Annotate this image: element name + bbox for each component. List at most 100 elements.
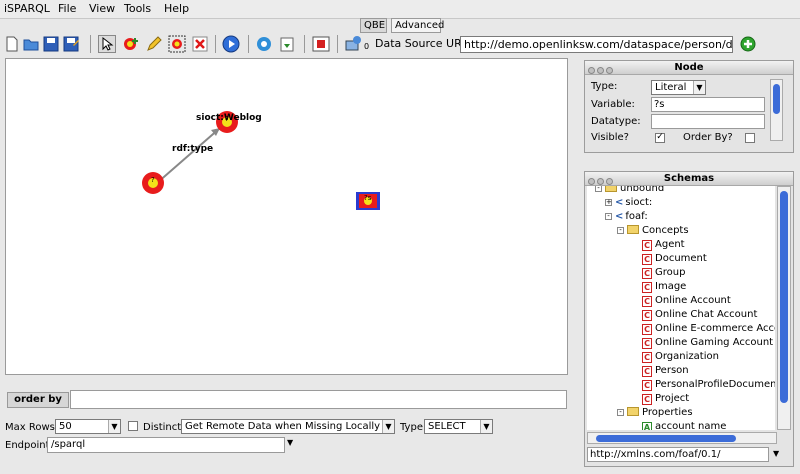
- graph-svg: [142, 111, 380, 210]
- endpoint-label: Endpoint: [5, 440, 50, 451]
- tree-root[interactable]: - unbound: [595, 186, 664, 196]
- node-type-label: Type:: [591, 81, 618, 92]
- chevron-down-icon: ▼: [108, 420, 120, 433]
- query-canvas[interactable]: rdf:type sioct:Weblog ? ? ?s: [5, 58, 568, 375]
- tree-concept[interactable]: C Online Gaming Account: [642, 336, 773, 350]
- node-orderby-label: Order By?: [683, 132, 733, 143]
- clear-graph-icon[interactable]: [312, 35, 330, 53]
- tree-concept[interactable]: C Agent: [642, 238, 685, 252]
- node-visible-checkbox[interactable]: ✓: [655, 133, 665, 143]
- tree-concept[interactable]: C Online Chat Account: [642, 308, 757, 322]
- schema-vscrollbar[interactable]: [777, 186, 791, 430]
- save-icon[interactable]: [42, 35, 60, 53]
- toolbar-separator: [215, 35, 216, 53]
- open-folder-icon[interactable]: [22, 35, 40, 53]
- graph-edge[interactable]: [156, 127, 221, 184]
- menu-help[interactable]: Help: [164, 2, 189, 15]
- data-source-label: Data Source URI: [375, 37, 465, 50]
- schema-hscrollbar[interactable]: [587, 432, 777, 444]
- schemas-panel: Schemas - unbound + < sioct: - < foaf: - Conce…: [584, 171, 794, 467]
- menu-tools[interactable]: Tools: [124, 2, 151, 15]
- tree-concept[interactable]: C Online Account: [642, 294, 731, 308]
- node-panel: Node Type: Literal ▼ Variable: ?s Datatyp…: [584, 60, 794, 153]
- node-type-select[interactable]: Literal ▼: [651, 80, 706, 95]
- distinct-label: Distinct: [143, 422, 182, 433]
- node-scrollbar-thumb[interactable]: [773, 84, 780, 114]
- source-count-badge: 0: [364, 42, 370, 51]
- tree-ns-foaf[interactable]: - < foaf:: [605, 210, 648, 224]
- run-query-icon[interactable]: [222, 35, 240, 53]
- node-glyph-subject: ?: [151, 176, 155, 184]
- node-scrollbar[interactable]: [770, 79, 783, 141]
- data-source-input[interactable]: http://demo.openlinksw.com/dataspace/per…: [460, 36, 733, 53]
- query-type-select[interactable]: SELECT ▼: [424, 419, 493, 434]
- add-source-icon[interactable]: [740, 36, 756, 52]
- node-glyph-object: ?: [225, 115, 229, 123]
- schema-tree: - unbound + < sioct: - < foaf: - Concepts C Age…: [587, 186, 775, 430]
- node-panel-title: Node: [585, 61, 793, 75]
- schema-uri-dropdown-icon[interactable]: ▼: [773, 449, 779, 458]
- query-type-value: SELECT: [428, 421, 466, 432]
- schemas-panel-title: Schemas: [585, 172, 793, 186]
- group-nodes-icon[interactable]: [168, 35, 186, 53]
- toolbar-separator: [304, 35, 305, 53]
- schema-uri-input[interactable]: http://xmlns.com/foaf/0.1/: [587, 447, 769, 462]
- settings-gear-icon[interactable]: [255, 35, 273, 53]
- menu-file[interactable]: File: [58, 2, 76, 15]
- tree-ns-sioct[interactable]: + < sioct:: [605, 196, 652, 210]
- menu-view[interactable]: View: [89, 2, 115, 15]
- node-variable-label: Variable:: [591, 99, 635, 110]
- tree-concept[interactable]: C Image: [642, 280, 686, 294]
- schema-hscrollbar-thumb[interactable]: [596, 435, 736, 442]
- tree-concept[interactable]: C Online E-commerce Acco: [642, 322, 775, 336]
- chevron-down-icon: ▼: [693, 81, 705, 94]
- edit-pencil-icon[interactable]: [145, 35, 163, 53]
- max-rows-select[interactable]: 50 ▼: [55, 419, 121, 434]
- endpoint-dropdown-icon[interactable]: ▼: [287, 438, 293, 447]
- chevron-down-icon: ▼: [382, 420, 394, 433]
- network-source-icon[interactable]: [344, 35, 362, 53]
- orderby-button[interactable]: order by: [7, 392, 69, 408]
- window-controls: [588, 64, 615, 77]
- tree-concept[interactable]: C Person: [642, 364, 689, 378]
- tree-properties[interactable]: - Properties: [617, 406, 693, 420]
- node-glyph-selected: ?s: [364, 194, 372, 202]
- node-datatype-input[interactable]: [651, 114, 765, 129]
- remote-data-value: Get Remote Data when Missing Locally: [185, 421, 381, 432]
- max-rows-label: Max Rows: [5, 422, 55, 433]
- tree-concept[interactable]: C Document: [642, 252, 707, 266]
- save-as-icon[interactable]: [62, 35, 80, 53]
- new-document-icon[interactable]: [3, 35, 21, 53]
- node-datatype-label: Datatype:: [591, 116, 641, 127]
- toolbar-separator: [248, 35, 249, 53]
- node-variable-input[interactable]: ?s: [651, 97, 765, 112]
- tree-concept[interactable]: C PersonalProfileDocument: [642, 378, 775, 392]
- remote-data-select[interactable]: Get Remote Data when Missing Locally ▼: [181, 419, 395, 434]
- load-icon[interactable]: [278, 35, 296, 53]
- edge-label[interactable]: rdf:type: [172, 144, 213, 154]
- select-pointer-icon[interactable]: [98, 35, 116, 53]
- endpoint-input[interactable]: /sparql: [47, 437, 285, 453]
- orderby-field[interactable]: [70, 390, 567, 409]
- tree-concept[interactable]: C Project: [642, 392, 689, 406]
- node-orderby-checkbox[interactable]: [745, 133, 755, 143]
- tree-concepts[interactable]: - Concepts: [617, 224, 689, 238]
- max-rows-value: 50: [59, 421, 72, 432]
- node-visible-label: Visible?: [591, 132, 629, 143]
- schema-vscrollbar-thumb[interactable]: [780, 191, 788, 403]
- menu-bar: iSPARQL File View Tools Help: [0, 0, 800, 19]
- menu-app[interactable]: iSPARQL: [4, 2, 50, 15]
- type-label: Type: [400, 422, 423, 433]
- chevron-down-icon: ▼: [480, 420, 492, 433]
- add-node-icon[interactable]: [122, 35, 140, 53]
- toolbar-separator: [90, 35, 91, 53]
- tab-advanced[interactable]: Advanced: [391, 18, 444, 33]
- tree-property[interactable]: Aaccount name: [642, 420, 726, 430]
- tree-concept[interactable]: C Group: [642, 266, 685, 280]
- node-type-value: Literal: [655, 82, 687, 93]
- tab-qbe[interactable]: QBE: [360, 18, 387, 33]
- tree-concept[interactable]: C Organization: [642, 350, 719, 364]
- distinct-checkbox[interactable]: [128, 421, 138, 431]
- toolbar-separator: [337, 35, 338, 53]
- delete-icon[interactable]: [191, 35, 209, 53]
